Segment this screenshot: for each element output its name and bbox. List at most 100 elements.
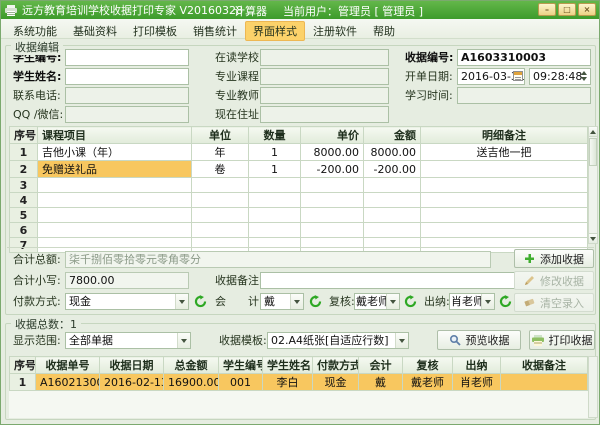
receipts-table-scrollbar[interactable] bbox=[588, 356, 598, 418]
row-student-name[interactable]: 李白 bbox=[263, 374, 313, 391]
scrollbar-thumb[interactable] bbox=[589, 138, 597, 166]
spinner-up-icon[interactable] bbox=[581, 71, 587, 75]
modify-receipt-button[interactable]: 修改收据 bbox=[514, 271, 594, 290]
row-amount[interactable] bbox=[364, 223, 421, 238]
chevron-down-icon[interactable] bbox=[395, 333, 408, 348]
row-amount[interactable]: 8000.00 bbox=[364, 144, 421, 161]
row-note[interactable]: 送吉他一把 bbox=[421, 144, 588, 161]
address-input[interactable] bbox=[260, 106, 389, 123]
spinner-down-icon[interactable] bbox=[581, 77, 587, 81]
chevron-down-icon[interactable] bbox=[175, 294, 188, 309]
row-course-selected[interactable]: 免赠送礼品 bbox=[38, 161, 192, 178]
row-price[interactable] bbox=[301, 208, 364, 223]
refresh-icon[interactable] bbox=[194, 295, 207, 308]
row-amount[interactable]: 16900.00 bbox=[164, 374, 219, 391]
receipt-no-field[interactable]: A1603310003 bbox=[457, 49, 591, 66]
phone-input[interactable] bbox=[65, 87, 189, 104]
row-amount[interactable] bbox=[364, 208, 421, 223]
items-table-scrollbar[interactable] bbox=[588, 126, 598, 244]
display-scope-combo[interactable]: 全部单据 bbox=[65, 332, 191, 349]
row-price[interactable]: 8000.00 bbox=[301, 144, 364, 161]
payment-method-combo[interactable]: 现金 bbox=[65, 293, 189, 310]
row-note[interactable] bbox=[421, 193, 588, 208]
menu-print-template[interactable]: 打印模板 bbox=[125, 21, 185, 41]
row-qty[interactable] bbox=[249, 193, 301, 208]
row-seq[interactable]: 4 bbox=[10, 193, 38, 208]
row-amount[interactable] bbox=[364, 178, 421, 193]
maximize-button[interactable]: □ bbox=[558, 3, 576, 16]
menu-system[interactable]: 系统功能 bbox=[5, 21, 65, 41]
cashier-combo[interactable]: 肖老师 bbox=[449, 293, 495, 310]
row-seq[interactable]: 6 bbox=[10, 223, 38, 238]
row-seq[interactable]: 1 bbox=[10, 374, 36, 391]
row-course[interactable] bbox=[38, 193, 192, 208]
menu-help[interactable]: 帮助 bbox=[365, 21, 403, 41]
receipt-template-combo[interactable]: 02.A4纸张[自适应行数] bbox=[267, 332, 409, 349]
add-receipt-button[interactable]: 添加收据 bbox=[514, 249, 594, 268]
print-receipt-button[interactable]: 打印收据 bbox=[529, 330, 595, 350]
row-date[interactable]: 2016-02-13 bbox=[100, 374, 164, 391]
titlebar-calculator-label[interactable]: 计算器 bbox=[234, 3, 267, 19]
reviewer-combo[interactable]: 戴老师 bbox=[354, 293, 400, 310]
row-note[interactable] bbox=[421, 223, 588, 238]
row-price[interactable] bbox=[301, 178, 364, 193]
row-unit[interactable]: 卷 bbox=[192, 161, 249, 178]
time-spinner[interactable] bbox=[581, 71, 587, 81]
row-course[interactable] bbox=[38, 208, 192, 223]
close-button[interactable]: × bbox=[578, 3, 596, 16]
refresh-icon[interactable] bbox=[499, 295, 512, 308]
refresh-icon[interactable] bbox=[309, 295, 322, 308]
scroll-down-icon[interactable] bbox=[589, 233, 597, 243]
row-payment[interactable]: 现金 bbox=[313, 374, 359, 391]
student-name-input[interactable] bbox=[65, 68, 189, 85]
qq-wechat-input[interactable] bbox=[65, 106, 189, 123]
row-unit[interactable] bbox=[192, 208, 249, 223]
row-qty[interactable] bbox=[249, 208, 301, 223]
row-price[interactable] bbox=[301, 193, 364, 208]
row-unit[interactable]: 年 bbox=[192, 144, 249, 161]
study-time-input[interactable] bbox=[457, 87, 591, 104]
row-note[interactable] bbox=[421, 178, 588, 193]
row-course[interactable] bbox=[38, 178, 192, 193]
receipt-row-selected[interactable]: 1 A1602130002 2016-02-13 16900.00 001 李白… bbox=[10, 374, 588, 391]
chevron-down-icon[interactable] bbox=[290, 294, 303, 309]
student-id-input[interactable] bbox=[65, 49, 189, 66]
row-seq[interactable]: 5 bbox=[10, 208, 38, 223]
school-input[interactable] bbox=[260, 49, 389, 66]
row-price[interactable] bbox=[301, 223, 364, 238]
menu-register[interactable]: 注册软件 bbox=[305, 21, 365, 41]
row-course[interactable]: 吉他小课（年） bbox=[38, 144, 192, 161]
row-unit[interactable] bbox=[192, 193, 249, 208]
row-accountant[interactable]: 戴 bbox=[359, 374, 403, 391]
row-qty[interactable] bbox=[249, 223, 301, 238]
chevron-down-icon[interactable] bbox=[177, 333, 190, 348]
row-amount[interactable]: -200.00 bbox=[364, 161, 421, 178]
course-input[interactable] bbox=[260, 68, 389, 85]
accountant-combo[interactable]: 戴 bbox=[260, 293, 304, 310]
row-unit[interactable] bbox=[192, 223, 249, 238]
scroll-up-icon[interactable] bbox=[589, 127, 597, 137]
row-seq[interactable]: 2 bbox=[10, 161, 38, 178]
preview-receipt-button[interactable]: 预览收据 bbox=[437, 330, 521, 350]
row-seq[interactable]: 1 bbox=[10, 144, 38, 161]
clear-entry-button[interactable]: 清空录入 bbox=[514, 293, 594, 312]
row-unit[interactable] bbox=[192, 178, 249, 193]
row-price[interactable]: -200.00 bbox=[301, 161, 364, 178]
row-seq[interactable]: 3 bbox=[10, 178, 38, 193]
menu-sales-stats[interactable]: 销售统计 bbox=[185, 21, 245, 41]
minimize-button[interactable]: – bbox=[538, 3, 556, 16]
row-course[interactable] bbox=[38, 223, 192, 238]
row-qty[interactable]: 1 bbox=[249, 144, 301, 161]
menu-ui-style[interactable]: 界面样式 bbox=[245, 21, 305, 41]
row-receipt-no[interactable]: A1602130002 bbox=[36, 374, 100, 391]
menu-basic-data[interactable]: 基础资料 bbox=[65, 21, 125, 41]
row-amount[interactable] bbox=[364, 193, 421, 208]
row-qty[interactable] bbox=[249, 178, 301, 193]
teacher-input[interactable] bbox=[260, 87, 389, 104]
row-student-id[interactable]: 001 bbox=[219, 374, 263, 391]
row-note[interactable] bbox=[501, 374, 588, 391]
row-note[interactable] bbox=[421, 161, 588, 178]
row-note[interactable] bbox=[421, 208, 588, 223]
row-reviewer[interactable]: 戴老师 bbox=[403, 374, 453, 391]
chevron-down-icon[interactable] bbox=[386, 294, 399, 309]
